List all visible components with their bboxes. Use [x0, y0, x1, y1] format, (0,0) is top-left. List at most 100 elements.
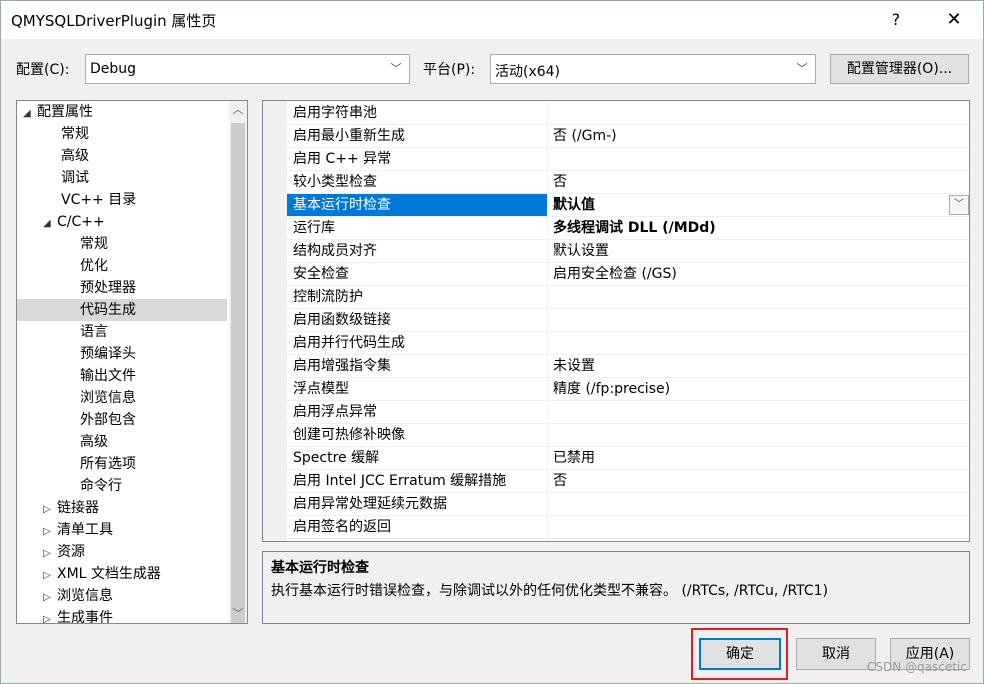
- property-value: 否: [553, 473, 567, 489]
- property-name: 启用异常处理延续元数据: [287, 493, 548, 515]
- tree-item-resources[interactable]: ▷ 资源: [43, 541, 85, 563]
- tree-item-label: 生成事件: [57, 610, 113, 624]
- property-row[interactable]: 运行库 多线程调试 DLL (/MDd): [287, 217, 969, 240]
- expand-icon[interactable]: ▷: [43, 587, 57, 609]
- property-name: 结构成员对齐: [287, 240, 548, 262]
- property-row[interactable]: 启用字符串池: [287, 102, 969, 125]
- tree-item-precompiled-headers[interactable]: 预编译头: [80, 343, 136, 365]
- property-row[interactable]: 启用 Intel JCC Erratum 缓解措施否: [287, 470, 969, 493]
- tree-item-label: 浏览信息: [57, 588, 113, 604]
- scrollbar-thumb[interactable]: [231, 123, 245, 623]
- property-value: 否: [553, 174, 567, 190]
- property-row[interactable]: 创建可热修补映像: [287, 424, 969, 447]
- platform-dropdown[interactable]: 活动(x64) ﹀: [490, 54, 816, 84]
- property-grid: 启用字符串池 启用最小重新生成否 (/Gm-) 启用 C++ 异常 较小类型检查…: [262, 100, 970, 542]
- scroll-up-icon[interactable]: ︿: [229, 101, 247, 119]
- tree-item-browse-information[interactable]: ▷ 浏览信息: [43, 585, 113, 607]
- tree-item-vc-directories[interactable]: VC++ 目录: [61, 189, 136, 211]
- platform-value: 活动(x64): [495, 64, 561, 80]
- expand-icon[interactable]: ▷: [43, 499, 57, 521]
- tree-item-external-includes[interactable]: 外部包含: [80, 409, 136, 431]
- tree-item-all-options[interactable]: 所有选项: [80, 453, 136, 475]
- property-row[interactable]: 启用最小重新生成否 (/Gm-): [287, 125, 969, 148]
- property-value: [549, 516, 969, 538]
- tree-item-cpp-advanced[interactable]: 高级: [80, 431, 108, 453]
- tree-item-config-properties[interactable]: ◢ 配置属性: [23, 101, 93, 123]
- property-row[interactable]: 结构成员对齐 默认设置: [287, 240, 969, 263]
- property-row[interactable]: 安全检查 启用安全检查 (/GS): [287, 263, 969, 286]
- tree-item-cpp-general[interactable]: 常规: [80, 233, 108, 255]
- property-name: 启用增强指令集: [287, 355, 548, 377]
- property-row[interactable]: 启用增强指令集 未设置: [287, 355, 969, 378]
- property-value: 启用安全检查 (/GS): [553, 266, 677, 282]
- property-row[interactable]: 浮点模型 精度 (/fp:precise): [287, 378, 969, 401]
- tree-item-linker[interactable]: ▷ 链接器: [43, 497, 99, 519]
- property-name: 启用浮点异常: [287, 401, 548, 423]
- property-row[interactable]: Spectre 缓解 已禁用: [287, 447, 969, 470]
- tree-item-code-generation[interactable]: 代码生成: [17, 299, 227, 321]
- tree-item-c-cpp[interactable]: ◢ C/C++: [43, 211, 105, 233]
- property-row[interactable]: 较小类型检查否: [287, 171, 969, 194]
- property-name: 启用签名的返回: [287, 516, 548, 538]
- property-name: 启用 C++ 异常: [287, 148, 548, 170]
- config-dropdown[interactable]: Debug ﹀: [85, 54, 410, 84]
- tree-item-debugging[interactable]: 调试: [61, 167, 89, 189]
- property-row-selected[interactable]: 基本运行时检查 默认值 ﹀: [287, 194, 969, 217]
- property-row[interactable]: 启用签名的返回: [287, 516, 969, 539]
- tree-item-general[interactable]: 常规: [61, 123, 89, 145]
- property-name: 启用函数级链接: [287, 309, 548, 331]
- chevron-down-icon: ﹀: [796, 62, 808, 75]
- tree-item-manifest-tool[interactable]: ▷ 清单工具: [43, 519, 113, 541]
- property-value: [549, 401, 969, 423]
- property-name: 控制流防护: [287, 286, 548, 308]
- tree-item-command-line[interactable]: 命令行: [80, 475, 122, 497]
- watermark: CSDN @qascetic: [867, 660, 967, 674]
- property-row[interactable]: 启用并行代码生成: [287, 332, 969, 355]
- property-name: 较小类型检查: [287, 171, 548, 193]
- property-name: 浮点模型: [287, 378, 548, 400]
- tree-scrollbar[interactable]: ︿ ﹀: [229, 101, 247, 623]
- config-manager-button[interactable]: 配置管理器(O)...: [830, 54, 969, 84]
- grid-gutter: [263, 101, 287, 541]
- collapse-icon[interactable]: ◢: [43, 213, 57, 235]
- property-value: [549, 148, 969, 170]
- tree-item-preprocessor[interactable]: 预处理器: [80, 277, 136, 299]
- tree-item-label: 常规: [61, 126, 89, 142]
- tree-item-xml-doc-generator[interactable]: ▷ XML 文档生成器: [43, 563, 161, 585]
- cancel-button[interactable]: 取消: [796, 638, 876, 670]
- property-row[interactable]: 启用浮点异常: [287, 401, 969, 424]
- close-icon[interactable]: ✕: [931, 1, 977, 39]
- expand-icon[interactable]: ▷: [43, 521, 57, 543]
- property-value: 未设置: [553, 358, 595, 374]
- tree-item-language[interactable]: 语言: [80, 321, 108, 343]
- description-title: 基本运行时检查: [271, 560, 369, 576]
- property-value: 精度 (/fp:precise): [553, 381, 671, 397]
- property-value: [549, 102, 969, 124]
- tree-item-build-events[interactable]: ▷ 生成事件: [43, 607, 113, 624]
- expand-icon[interactable]: ▷: [43, 609, 57, 623]
- title-bar: QMYSQLDriverPlugin 属性页 ? ✕: [1, 1, 983, 39]
- scroll-down-icon[interactable]: ﹀: [229, 605, 247, 623]
- tree-item-output-files[interactable]: 输出文件: [80, 365, 136, 387]
- help-icon[interactable]: ?: [873, 1, 919, 39]
- property-row[interactable]: 启用 C++ 异常: [287, 148, 969, 171]
- tree-item-label: 浏览信息: [80, 390, 136, 406]
- property-row[interactable]: 启用异常处理延续元数据: [287, 493, 969, 516]
- expand-icon[interactable]: ▷: [43, 565, 57, 587]
- collapse-icon[interactable]: ◢: [23, 103, 37, 125]
- property-name: 运行库: [287, 217, 548, 239]
- tree-item-browse-info[interactable]: 浏览信息: [80, 387, 136, 409]
- property-row[interactable]: 控制流防护: [287, 286, 969, 309]
- property-value[interactable]: 默认值: [549, 194, 969, 216]
- property-row[interactable]: 启用函数级链接: [287, 309, 969, 332]
- tree-item-advanced[interactable]: 高级: [61, 145, 89, 167]
- chevron-down-icon[interactable]: ﹀: [949, 195, 969, 215]
- tree-item-optimization[interactable]: 优化: [80, 255, 108, 277]
- property-name: 安全检查: [287, 263, 548, 285]
- ok-button[interactable]: 确定: [699, 638, 781, 670]
- expand-icon[interactable]: ▷: [43, 543, 57, 565]
- description-panel: 基本运行时检查 执行基本运行时错误检查，与除调试以外的任何优化类型不兼容。 (/…: [262, 551, 970, 624]
- tree-item-label: VC++ 目录: [61, 192, 137, 208]
- description-text: 执行基本运行时错误检查，与除调试以外的任何优化类型不兼容。 (/RTCs, /R…: [271, 583, 829, 599]
- config-label: 配置(C):: [16, 62, 70, 78]
